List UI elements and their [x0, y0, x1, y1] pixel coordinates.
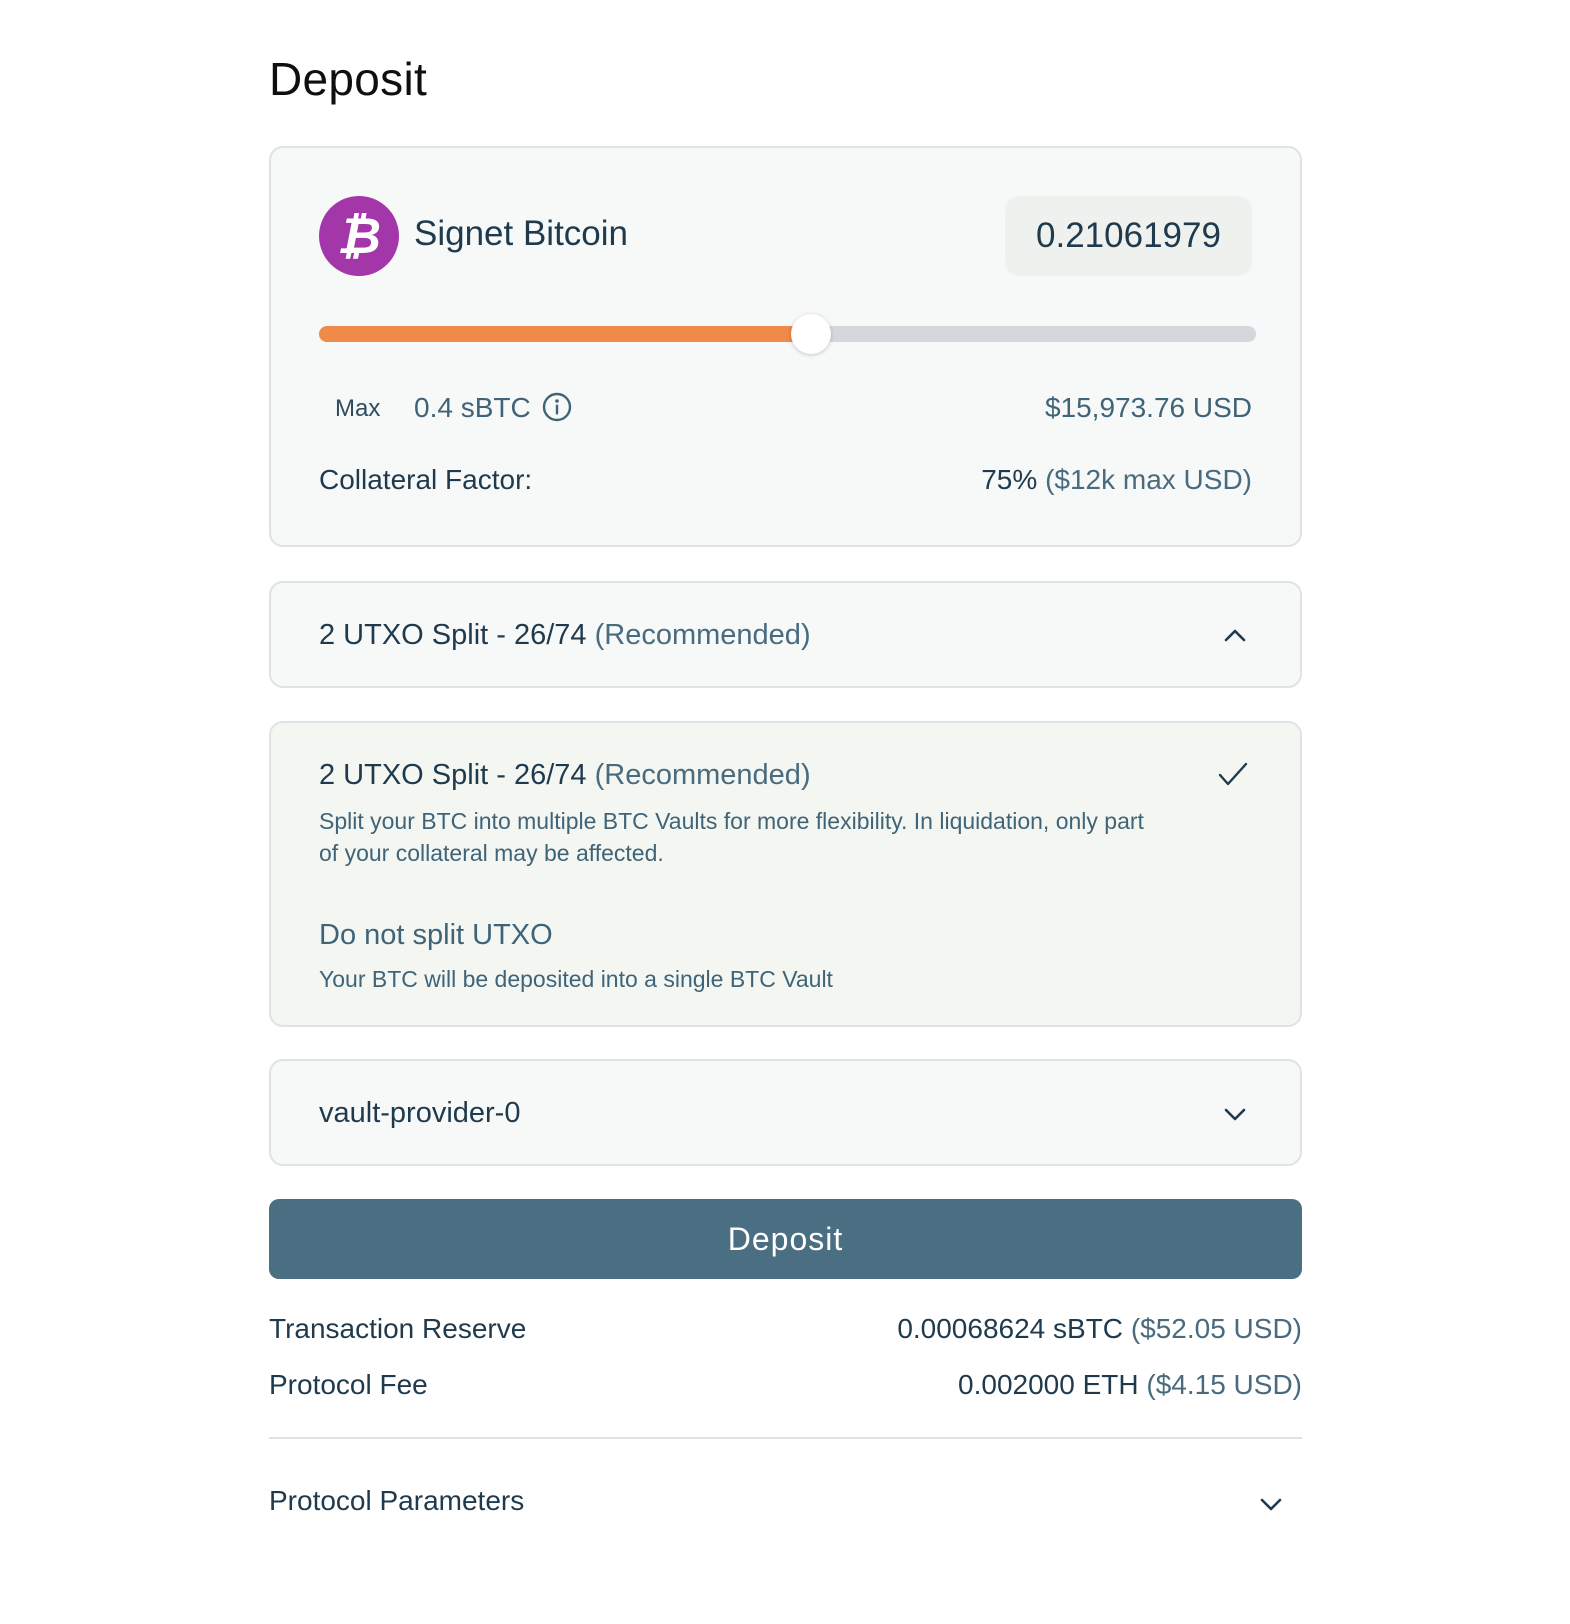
asset-name: Signet Bitcoin [414, 214, 629, 253]
info-icon[interactable] [541, 391, 573, 423]
collateral-percent: 75% [981, 464, 1038, 495]
collateral-usd: ($12k max USD) [1045, 464, 1252, 495]
transaction-reserve-amount: 0.00068624 sBTC [897, 1313, 1124, 1344]
protocol-fee-usd: ($4.15 USD) [1146, 1369, 1302, 1400]
divider [269, 1437, 1302, 1439]
vault-provider-selected: vault-provider-0 [319, 1097, 521, 1129]
usd-value: $15,973.76 USD [1044, 392, 1252, 423]
deposit-button[interactable]: Deposit [269, 1199, 1302, 1279]
slider-fill [319, 326, 811, 342]
option-split-note: (Recommended) [594, 759, 811, 791]
protocol-parameters-toggle[interactable]: Protocol Parameters [269, 1485, 1302, 1525]
bitcoin-icon: ₿ [319, 196, 399, 276]
protocol-fee-value: 0.002000 ETH ($4.15 USD) [958, 1369, 1302, 1401]
max-value: 0.4 sBTC [414, 392, 531, 423]
collateral-factor-label: Collateral Factor: [319, 464, 533, 495]
check-icon [1218, 762, 1248, 786]
amount-input[interactable]: 0.21061979 [1005, 196, 1252, 276]
protocol-fee-amount: 0.002000 ETH [958, 1369, 1139, 1400]
transaction-reserve-value: 0.00068624 sBTC ($52.05 USD) [897, 1313, 1302, 1345]
option-no-split-description: Your BTC will be deposited into a single… [319, 966, 833, 992]
transaction-reserve-usd: ($52.05 USD) [1130, 1313, 1302, 1344]
vault-provider-select[interactable]: vault-provider-0 [269, 1059, 1302, 1166]
utxo-split-selected-label: 2 UTXO Split - 26/74 [319, 619, 587, 651]
option-split-description: Split your BTC into multiple BTC Vaults … [319, 808, 1144, 866]
slider-thumb[interactable] [790, 314, 831, 354]
collateral-factor-value: 75% ($12k max USD) [981, 464, 1252, 496]
option-no-split-title[interactable]: Do not split UTXO [319, 919, 553, 952]
utxo-split-selected: 2 UTXO Split - 26/74 (Recommended) [319, 619, 811, 652]
amount-slider[interactable] [319, 314, 1256, 354]
utxo-split-selected-note: (Recommended) [594, 619, 811, 651]
page-title: Deposit [269, 53, 428, 105]
transaction-reserve-label: Transaction Reserve [269, 1313, 527, 1344]
protocol-fee-label: Protocol Fee [269, 1369, 428, 1400]
protocol-parameters-label: Protocol Parameters [269, 1485, 525, 1516]
transaction-reserve-row: Transaction Reserve 0.00068624 sBTC ($52… [269, 1313, 1302, 1353]
max-button[interactable]: Max [335, 395, 380, 423]
option-split-title[interactable]: 2 UTXO Split - 26/74 (Recommended) [319, 759, 811, 792]
asset-card: ₿ Signet Bitcoin 0.21061979 Max 0.4 sBTC… [269, 146, 1302, 547]
protocol-fee-row: Protocol Fee 0.002000 ETH ($4.15 USD) [269, 1369, 1302, 1409]
chevron-up-icon[interactable] [1220, 621, 1250, 651]
chevron-down-icon[interactable] [1220, 1099, 1250, 1129]
utxo-split-select[interactable]: 2 UTXO Split - 26/74 (Recommended) [269, 581, 1302, 688]
chevron-down-icon[interactable] [1256, 1489, 1286, 1519]
utxo-split-options: 2 UTXO Split - 26/74 (Recommended) Split… [269, 721, 1302, 1027]
deposit-page: Deposit ₿ Signet Bitcoin 0.21061979 Max … [0, 0, 1570, 1624]
option-split-label: 2 UTXO Split - 26/74 [319, 759, 587, 791]
